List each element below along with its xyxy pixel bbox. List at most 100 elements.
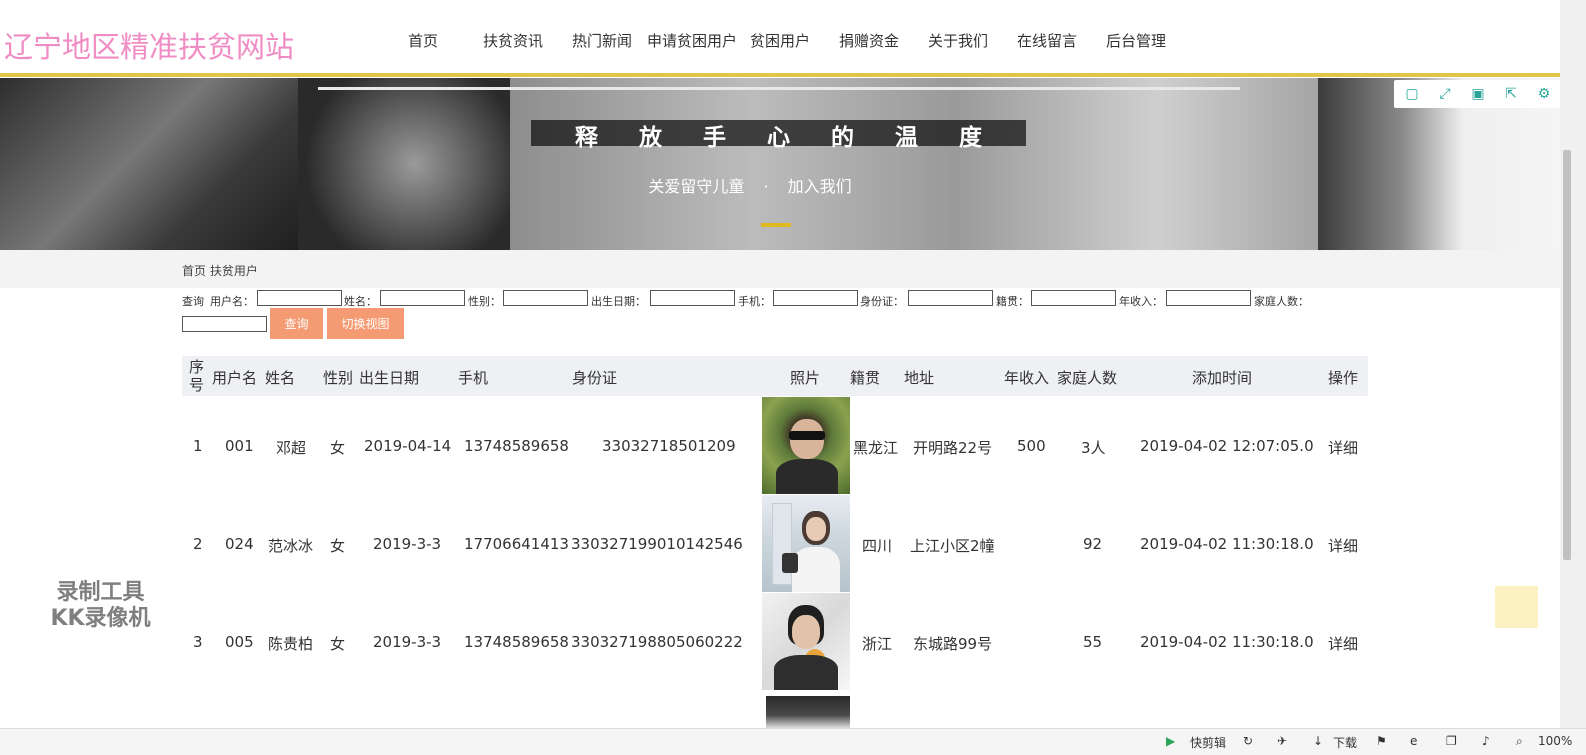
window-icon[interactable]: ▢ <box>1404 86 1420 102</box>
name-label: 姓名： <box>344 295 377 308</box>
share-icon[interactable]: ⇱ <box>1503 86 1519 102</box>
refresh-icon[interactable]: ↻ <box>1243 734 1253 748</box>
cell-native: 浙江 <box>862 635 893 653</box>
nav-apply-poor-user[interactable]: 申请贫困用户 <box>647 30 737 51</box>
volume-icon[interactable]: ♪ <box>1482 734 1490 748</box>
search-prefix: 查询 <box>182 295 204 308</box>
cell-seq: 1 <box>193 437 203 455</box>
breadcrumb-home[interactable]: 首页 <box>182 264 206 278</box>
gear-icon[interactable]: ⚙ <box>1536 86 1552 102</box>
table-row: 2 024 范冰冰 女 2019-3-3 17706641413 3303271… <box>182 495 1368 593</box>
banner-sub-left[interactable]: 关爱留守儿童 <box>648 177 744 196</box>
cell-native: 四川 <box>862 537 893 555</box>
breadcrumb-current: 扶贫用户 <box>209 264 258 278</box>
nav-hot-news[interactable]: 热门新闻 <box>572 30 632 51</box>
cell-family: 92 <box>1083 535 1103 553</box>
nav-poor-users[interactable]: 贫困用户 <box>750 30 810 51</box>
scrollbar-thumb[interactable] <box>1563 150 1571 560</box>
user-photo <box>762 593 850 690</box>
phone-input[interactable] <box>773 290 858 306</box>
nav-about-us[interactable]: 关于我们 <box>928 30 988 51</box>
native-label: 籍贯： <box>996 295 1029 308</box>
fullscreen-icon[interactable]: ⤢ <box>1437 86 1453 102</box>
cell-birth: 2019-04-14 <box>364 437 452 455</box>
gender-input[interactable] <box>503 290 588 306</box>
cell-name: 陈贵柏 <box>268 635 314 653</box>
banner-indicator[interactable] <box>761 223 791 227</box>
table-header: 序号 用户名 姓名 性别 出生日期 手机 身份证 照片 籍贯 地址 年收入 家庭… <box>182 356 1368 396</box>
col-idcard: 身份证 <box>572 369 618 387</box>
cell-birth: 2019-3-3 <box>373 535 442 553</box>
col-op: 操作 <box>1328 369 1359 387</box>
quick-edit-label[interactable]: 快剪辑 <box>1190 734 1226 751</box>
banner-slogan: 释放手心的温度 <box>575 125 1023 151</box>
nav-donate-funds[interactable]: 捐赠资金 <box>839 30 899 51</box>
col-added: 添加时间 <box>1192 369 1253 387</box>
detail-link[interactable]: 详细 <box>1328 633 1358 654</box>
native-input[interactable] <box>1031 290 1116 306</box>
switch-view-button[interactable]: 切换视图 <box>327 308 404 339</box>
income-label: 年收入： <box>1119 295 1163 308</box>
nav-poverty-news[interactable]: 扶贫资讯 <box>483 30 543 51</box>
watermark-line2: KK录像机 <box>50 606 151 631</box>
income-input[interactable] <box>1166 290 1251 306</box>
download-label[interactable]: 下载 <box>1333 734 1357 751</box>
cell-phone: 17706641413 <box>464 535 569 553</box>
col-gender: 性别 <box>323 369 354 387</box>
cell-idcard: 33032718501209 <box>602 437 736 455</box>
hero-banner: 释放手心的温度 关爱留守儿童 · 加入我们 <box>0 78 1560 250</box>
browser-statusbar: ▶ 快剪辑 ↻ ✈ ↓ 下载 ⚑ e ❐ ♪ ⌕ 100% <box>0 728 1586 755</box>
nav-admin[interactable]: 后台管理 <box>1106 30 1166 51</box>
family-input[interactable] <box>182 316 267 332</box>
cell-family: 3人 <box>1081 439 1106 457</box>
pin-icon[interactable]: ✈ <box>1277 734 1287 748</box>
banner-subtitle: 关爱留守儿童 · 加入我们 <box>600 173 900 197</box>
user-photo <box>766 696 850 728</box>
cell-address: 上江小区2幢 <box>910 537 995 555</box>
cell-idcard: 330327198805060222 <box>571 633 743 651</box>
col-photo: 照片 <box>790 369 821 387</box>
cell-gender: 女 <box>330 635 346 653</box>
breadcrumb: 首页 扶贫用户 <box>182 262 258 279</box>
zoom-icon[interactable]: ⌕ <box>1516 734 1523 749</box>
flag-icon[interactable]: ⚑ <box>1376 734 1387 748</box>
query-button[interactable]: 查询 <box>270 308 323 339</box>
cell-name: 邓超 <box>276 439 307 457</box>
idcard-label: 身份证： <box>860 295 904 308</box>
family-label: 家庭人数： <box>1254 295 1309 308</box>
download-icon[interactable]: ↓ <box>1313 734 1323 748</box>
table-row: 3 005 陈贵柏 女 2019-3-3 13748589658 3303271… <box>182 593 1368 691</box>
quick-edit-icon[interactable]: ▶ <box>1166 734 1175 748</box>
zoom-level[interactable]: 100% <box>1538 734 1572 748</box>
window-icon[interactable]: ❐ <box>1446 734 1457 748</box>
site-title[interactable]: 辽宁地区精准扶贫网站 <box>4 24 294 66</box>
col-address: 地址 <box>904 369 935 387</box>
birth-input[interactable] <box>650 290 735 306</box>
vertical-scrollbar[interactable] <box>1560 0 1586 740</box>
floating-toolbar: ▢ ⤢ ▣ ⇱ ⚙ <box>1394 80 1560 108</box>
detail-link[interactable]: 详细 <box>1328 535 1358 556</box>
idcard-input[interactable] <box>908 290 993 306</box>
cell-income: 500 <box>1017 437 1046 455</box>
detail-link[interactable]: 详细 <box>1328 437 1358 458</box>
col-family: 家庭人数 <box>1057 369 1118 387</box>
save-icon[interactable]: ▣ <box>1470 86 1486 102</box>
username-input[interactable] <box>257 290 342 306</box>
phone-label: 手机： <box>738 295 771 308</box>
cell-added: 2019-04-02 11:30:18.0 <box>1140 633 1314 651</box>
child-face-photo <box>298 78 510 250</box>
cell-address: 东城路99号 <box>913 635 993 653</box>
user-photo <box>762 495 850 592</box>
back-to-top-button[interactable] <box>1495 586 1538 628</box>
banner-sub-right[interactable]: 加入我们 <box>788 177 852 196</box>
breadcrumb-bar: 首页 扶贫用户 <box>0 250 1560 288</box>
ie-icon[interactable]: e <box>1410 734 1417 748</box>
birth-label: 出生日期： <box>591 295 646 308</box>
cell-added: 2019-04-02 11:30:18.0 <box>1140 535 1314 553</box>
name-input[interactable] <box>380 290 465 306</box>
street-photo <box>510 78 1318 250</box>
nav-home[interactable]: 首页 <box>408 30 438 51</box>
col-phone: 手机 <box>458 369 489 387</box>
cell-username: 001 <box>225 437 254 455</box>
nav-online-message[interactable]: 在线留言 <box>1017 30 1077 51</box>
